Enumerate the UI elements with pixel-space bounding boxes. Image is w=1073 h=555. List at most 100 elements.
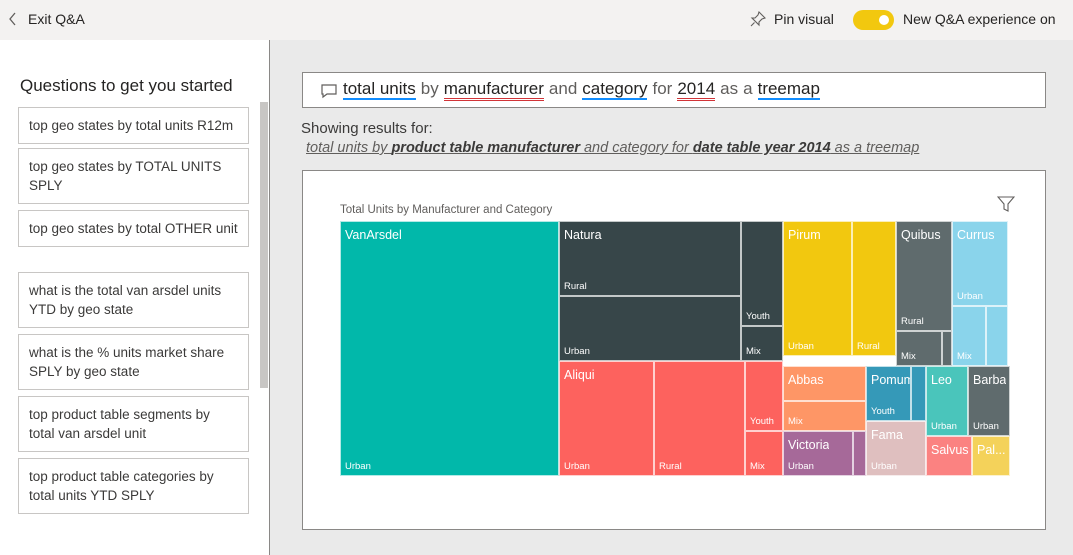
showing-results-label: Showing results for: <box>301 120 433 137</box>
treemap-category-label: Rural <box>857 341 880 352</box>
restated-field: product table manufacturer <box>391 140 580 156</box>
treemap-tile-salvus[interactable]: Salvus <box>926 436 972 476</box>
exit-qa-label: Exit Q&A <box>28 11 85 27</box>
treemap-tile-abbas[interactable]: Mix <box>783 401 866 431</box>
suggested-question[interactable]: top product table segments by total van … <box>18 396 249 452</box>
treemap-tile-natura[interactable]: Urban <box>559 296 741 361</box>
treemap-category-label: Urban <box>345 461 371 472</box>
treemap-category-label: Urban <box>871 461 897 472</box>
treemap-manufacturer-label: Leo <box>931 373 952 387</box>
filter-icon[interactable] <box>997 195 1015 213</box>
treemap-manufacturer-label: Pirum <box>788 228 821 242</box>
treemap-tile-aliqui[interactable]: Rural <box>654 361 745 476</box>
treemap-category-label: Urban <box>931 421 957 432</box>
treemap-category-label: Urban <box>788 341 814 352</box>
restated-part: and category for <box>579 140 693 156</box>
treemap-manufacturer-label: Pal... <box>977 443 1006 457</box>
top-bar: Exit Q&A Pin visual New Q&A experience o… <box>0 0 1073 40</box>
chevron-left-icon <box>9 12 16 26</box>
qa-main-area: total units by manufacturer and category for 2… <box>270 40 1073 555</box>
treemap-category-label: Youth <box>746 311 770 322</box>
treemap-manufacturer-label: VanArsdel <box>345 228 402 242</box>
treemap-tile-aliqui[interactable]: Youth <box>745 361 783 431</box>
treemap-manufacturer-label: Victoria <box>788 438 830 452</box>
sidebar-scrollbar[interactable] <box>260 102 268 388</box>
treemap-tile-pomum[interactable] <box>911 366 926 421</box>
suggested-question[interactable]: top geo states by TOTAL UNITS SPLY <box>18 148 249 204</box>
treemap-tile-aliqui[interactable]: Mix <box>745 431 783 476</box>
treemap-category-label: Rural <box>564 281 587 292</box>
treemap-tile-natura[interactable]: Youth <box>741 221 783 326</box>
treemap-tile-victoria[interactable]: Victoria Urban <box>783 431 853 476</box>
treemap-tile-quibus[interactable]: Quibus Rural <box>896 221 952 331</box>
suggested-question[interactable]: what is the % units market share SPLY by… <box>18 334 249 390</box>
treemap-tile-currus[interactable]: Mix <box>952 306 986 366</box>
suggested-question[interactable]: what is the total van arsdel units YTD b… <box>18 272 249 328</box>
suggestions-sidebar: Questions to get you started top geo sta… <box>0 40 269 555</box>
treemap-manufacturer-label: Aliqui <box>564 368 595 382</box>
treemap-manufacturer-label: Currus <box>957 228 995 242</box>
treemap-tile-vanarsdel[interactable]: VanArsdel Urban <box>340 221 559 476</box>
treemap-tile-fama[interactable]: Fama Urban <box>866 421 926 476</box>
treemap-category-label: Rural <box>659 461 682 472</box>
query-token: a <box>743 79 753 98</box>
treemap-tile-natura[interactable]: Mix <box>741 326 783 361</box>
treemap-tile-natura[interactable]: Natura Rural <box>559 221 741 296</box>
treemap-category-label: Mix <box>788 416 803 427</box>
pin-visual-button[interactable]: Pin visual <box>750 11 834 27</box>
restated-field: date table year 2014 <box>692 140 831 156</box>
query-token: by <box>420 79 439 98</box>
toggle-knob <box>879 15 889 25</box>
restated-part: as a treemap <box>830 140 920 156</box>
treemap-category-label: Youth <box>871 406 895 417</box>
treemap-category-label: Mix <box>901 351 916 362</box>
restated-question[interactable]: total units by product table manufacture… <box>306 140 919 156</box>
treemap-tile-currus[interactable]: Currus Urban <box>952 221 1008 306</box>
treemap-tile-currus[interactable] <box>986 306 1008 366</box>
exit-qa-button[interactable]: Exit Q&A <box>8 11 85 27</box>
treemap-tile-victoria[interactable] <box>853 431 866 476</box>
treemap-tile-pomum[interactable]: Pomum Youth <box>866 366 911 421</box>
query-token: 2014 <box>677 79 716 101</box>
treemap-category-label: Urban <box>564 461 590 472</box>
suggested-question[interactable]: top geo states by total units R12m <box>18 107 249 144</box>
treemap-category-label: Urban <box>973 421 999 432</box>
suggested-question[interactable]: top geo states by total OTHER unit <box>18 210 249 247</box>
treemap-tile-pirum[interactable]: Pirum Urban <box>783 221 852 356</box>
treemap-chart: VanArsdel Urban Natura Rural Urban Youth Mix Al… <box>340 221 1010 476</box>
treemap-tile-pirum[interactable]: Rural <box>852 221 896 356</box>
treemap-tile-palma[interactable]: Pal... <box>972 436 1010 476</box>
pin-icon <box>750 11 766 27</box>
treemap-tile-barba[interactable]: Barba Urban <box>968 366 1010 436</box>
treemap-category-label: Urban <box>788 461 814 472</box>
treemap-tile-abbas[interactable]: Abbas <box>783 366 866 401</box>
treemap-tile-quibus[interactable] <box>942 331 952 366</box>
new-qa-toggle-label: New Q&A experience on <box>903 11 1056 27</box>
treemap-category-label: Mix <box>750 461 765 472</box>
treemap-manufacturer-label: Pomum <box>871 373 910 387</box>
treemap-manufacturer-label: Barba <box>973 373 1007 387</box>
treemap-manufacturer-label: Natura <box>564 228 602 242</box>
question-input[interactable]: total units by manufacturer and category for 2… <box>302 72 1046 108</box>
visual-container: Total Units by Manufacturer and Category… <box>302 170 1046 530</box>
treemap-tile-leo[interactable]: Leo Urban <box>926 366 968 436</box>
query-token: as <box>720 79 739 98</box>
chart-title: Total Units by Manufacturer and Category <box>340 204 553 216</box>
suggested-question[interactable]: top product table categories by total un… <box>18 458 249 514</box>
treemap-category-label: Urban <box>957 291 983 302</box>
query-token: treemap <box>757 79 820 100</box>
treemap-manufacturer-label: Salvus <box>931 443 969 457</box>
query-token: and <box>548 79 578 98</box>
query-token: manufacturer <box>443 79 544 101</box>
restated-part: total units by <box>306 140 392 156</box>
treemap-tile-quibus[interactable]: Mix <box>896 331 942 366</box>
treemap-tile-aliqui[interactable]: Aliqui Urban <box>559 361 654 476</box>
question-text: total units by manufacturer and category for 2… <box>343 79 825 101</box>
treemap-category-label: Rural <box>901 316 924 327</box>
new-qa-toggle[interactable] <box>853 10 894 30</box>
treemap-category-label: Mix <box>957 351 972 362</box>
query-token: total units <box>343 79 416 100</box>
pin-visual-label: Pin visual <box>774 11 834 27</box>
treemap-category-label: Mix <box>746 346 761 357</box>
sidebar-title: Questions to get you started <box>20 76 233 95</box>
